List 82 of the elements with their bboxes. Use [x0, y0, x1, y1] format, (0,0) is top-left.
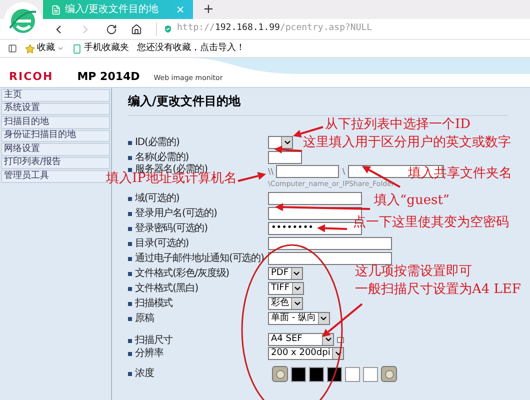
sidebar-item[interactable]: 打印列表/报告 — [1, 156, 110, 169]
field-label: 扫描模式 — [135, 298, 173, 308]
annotation-text: 这几项按需设置即可 — [355, 265, 472, 278]
field-label: 登录用户名(可选的) — [135, 208, 217, 218]
bullet-icon — [128, 372, 132, 376]
browser-logo — [8, 6, 38, 36]
bullet-icon — [128, 352, 132, 356]
density-swatch[interactable] — [363, 366, 378, 382]
home-icon[interactable] — [131, 24, 142, 34]
arrow — [274, 146, 302, 154]
star-icon — [25, 44, 35, 54]
arrow — [317, 224, 348, 232]
density-swatch[interactable] — [309, 366, 324, 382]
bullet-icon — [128, 316, 132, 320]
field-label: 登录密码(可选的) — [135, 224, 208, 234]
page-icon — [51, 4, 61, 14]
reload-icon[interactable] — [106, 24, 117, 34]
field-label: 扫描尺寸 — [135, 336, 173, 346]
field-label: 文件格式(黑白) — [135, 284, 198, 294]
bullet-icon — [128, 196, 132, 200]
bullet-icon — [128, 242, 132, 246]
field-label: 名称(必需的) — [135, 152, 189, 162]
dropdown[interactable]: PDF — [268, 267, 303, 280]
caret-icon — [57, 45, 64, 52]
annotation-text: 从下拉列表中选择一个ID — [325, 118, 471, 131]
arrow — [238, 172, 266, 182]
field-label: 分辨率 — [135, 348, 164, 358]
input-field[interactable] — [268, 252, 392, 265]
field-label: 文件格式(彩色/灰度级) — [135, 268, 229, 278]
sidebar-item[interactable]: 身份证扫描目的地 — [1, 130, 110, 142]
input-field[interactable] — [276, 165, 340, 178]
caret-icon — [319, 314, 328, 323]
bullet-icon — [128, 286, 132, 290]
dropdown[interactable] — [268, 136, 293, 149]
model-name: MP 2014D — [77, 71, 140, 82]
brand-logo: RICOH — [9, 71, 54, 82]
dropdown[interactable]: A4 SEF — [268, 333, 334, 346]
input-field[interactable] — [268, 192, 362, 205]
density-swatch[interactable] — [345, 366, 360, 382]
field-label: 原稿 — [135, 314, 154, 324]
shield-icon — [163, 24, 173, 34]
url-text[interactable]: http://192.168.1.99/pcentry.asp?NULL — [177, 22, 372, 36]
bullet-icon — [128, 168, 132, 172]
bullet-icon — [128, 140, 132, 144]
sidebar-item[interactable]: 网络设置 — [1, 143, 110, 156]
new-tab-button[interactable]: + — [203, 3, 214, 19]
sidebar-icon[interactable] — [8, 44, 17, 53]
sidebar-item[interactable]: 主页 — [1, 89, 110, 102]
arrow — [322, 303, 363, 337]
dropdown[interactable]: TIFF — [268, 282, 304, 295]
field-label: 目录(可选的) — [135, 238, 189, 248]
annotation-text: 填入“guest” — [374, 194, 450, 207]
bullet-icon — [128, 272, 132, 276]
dropdown[interactable]: 彩色 — [268, 297, 303, 310]
field-label: 域(可选的) — [135, 194, 180, 204]
caret-icon — [282, 138, 292, 147]
sidebar-item[interactable]: 系统设置 — [1, 102, 110, 115]
annotation-text: 一般扫描尺寸设置为A4 LEF — [355, 283, 521, 296]
bullet-icon — [128, 226, 132, 230]
prefix-text: \\ — [268, 168, 274, 176]
phone-icon — [72, 44, 82, 54]
bookmark-hint[interactable]: 您还没有收藏，点击导入！ — [137, 44, 245, 53]
density-swatch[interactable] — [291, 366, 306, 382]
input-field[interactable] — [268, 237, 392, 250]
bookmark-link[interactable]: 手机收藏夹 — [84, 44, 129, 53]
bookmark-link[interactable]: 收藏 — [37, 44, 55, 53]
bullet-icon — [128, 156, 132, 160]
bullet-icon — [128, 212, 132, 216]
page-title: 编入/更改文件目的地 — [128, 95, 508, 116]
bullet-icon — [128, 302, 132, 306]
field-label: ID(必需的) — [135, 138, 180, 148]
annotation-text: 这里填入用于区分用户的英文或数字 — [303, 136, 511, 149]
increase-button[interactable] — [381, 366, 397, 382]
sidebar-item[interactable]: 扫描目的地 — [1, 116, 110, 128]
dropdown[interactable]: 单面 - 纵向 — [268, 312, 330, 325]
bullet-icon — [128, 339, 132, 343]
dropdown[interactable]: 200 x 200dpi — [268, 347, 344, 360]
bullet-icon — [128, 256, 132, 260]
tab-title: 编入/更改文件目的地 — [65, 4, 160, 14]
field-label: 浓度 — [135, 369, 154, 379]
separator-text: \ — [342, 168, 346, 176]
input-field[interactable] — [268, 151, 302, 164]
